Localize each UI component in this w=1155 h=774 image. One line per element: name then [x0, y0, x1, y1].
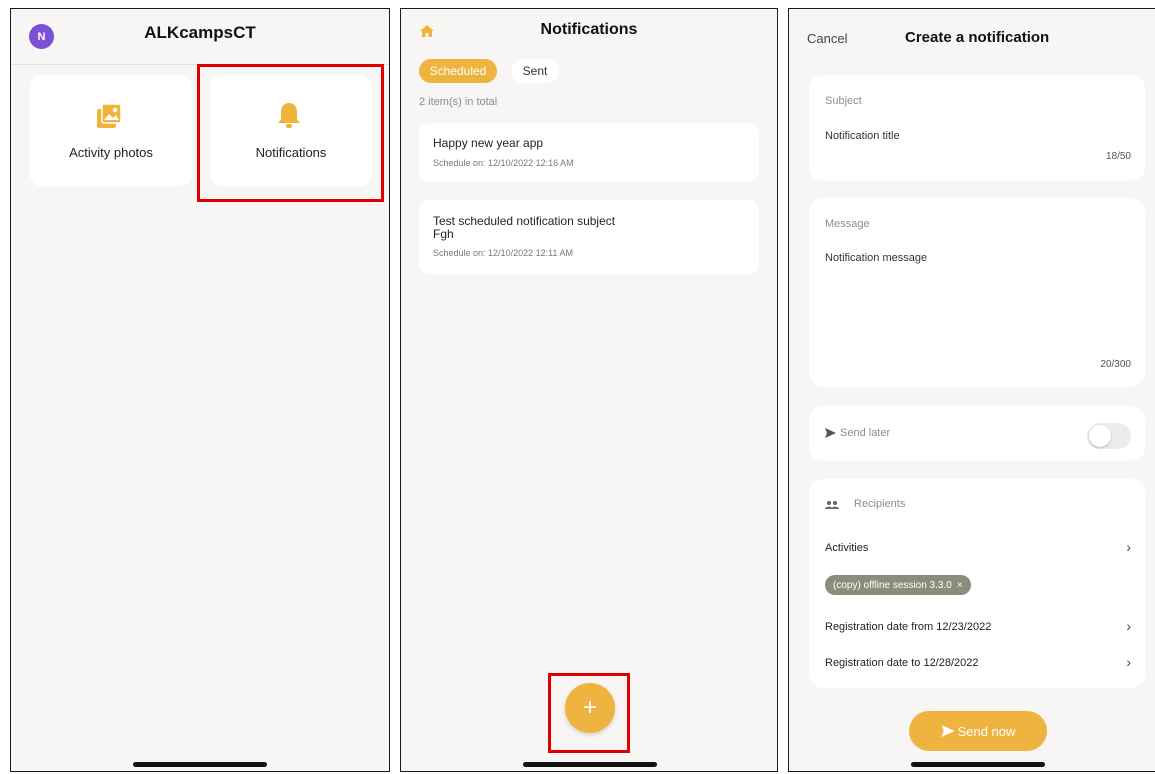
toggle-knob [1089, 425, 1111, 447]
message-field[interactable]: Message Notification message 20/300 [809, 198, 1145, 387]
subject-field[interactable]: Subject Notification title 18/50 [809, 75, 1145, 181]
notification-item[interactable]: Happy new year app Schedule on: 12/10/20… [419, 123, 759, 182]
home-indicator [911, 762, 1045, 767]
activities-label: Activities [825, 542, 869, 554]
close-icon[interactable]: × [957, 580, 963, 591]
send-now-label: Send now [957, 723, 1016, 739]
cancel-button[interactable]: Cancel [807, 31, 847, 46]
send-later-label: Send later [840, 427, 891, 439]
chevron-right-icon: › [1126, 539, 1131, 555]
send-icon [940, 725, 955, 737]
page-title: Create a notification [905, 29, 1050, 46]
send-now-button[interactable]: Send now [909, 711, 1047, 751]
home-screen: N ALKcampsCT Activity photos Notificatio… [10, 8, 390, 772]
highlight-box [197, 64, 384, 202]
total-count: 2 item(s) in total [419, 96, 498, 108]
message-input[interactable]: Notification message [825, 252, 927, 264]
send-later-row[interactable]: Send later [809, 406, 1145, 461]
recipients-section: Recipients Activities › (copy) offline s… [809, 479, 1145, 688]
tab-scheduled[interactable]: Scheduled [419, 59, 497, 83]
tab-sent[interactable]: Sent [511, 59, 559, 83]
create-notification-screen: Cancel Create a notification Subject Not… [788, 8, 1155, 772]
message-label: Message [825, 218, 870, 230]
subject-input[interactable]: Notification title [825, 130, 900, 142]
home-indicator [133, 762, 267, 767]
message-counter: 20/300 [1100, 359, 1131, 370]
photo-gallery-icon [97, 103, 122, 128]
send-later-toggle[interactable] [1087, 423, 1131, 449]
activity-photos-label: Activity photos [69, 145, 153, 160]
send-icon [825, 428, 836, 438]
notification-schedule: Schedule on: 12/10/2022 12:16 AM [433, 158, 574, 168]
notification-item[interactable]: Test scheduled notification subject Fgh … [419, 200, 759, 274]
notifications-screen: Notifications Scheduled Sent 2 item(s) i… [400, 8, 778, 772]
registration-from-label: Registration date from 12/23/2022 [825, 621, 992, 633]
subject-label: Subject [825, 95, 862, 107]
activity-photos-tile[interactable]: Activity photos [30, 75, 192, 186]
notification-title: Test scheduled notification subject [433, 214, 616, 228]
chevron-right-icon: › [1126, 654, 1131, 670]
home-indicator [523, 762, 657, 767]
registration-to-label: Registration date to 12/28/2022 [825, 657, 979, 669]
notification-title: Happy new year app [433, 136, 544, 150]
activity-chip[interactable]: (copy) offline session 3.3.0 × [825, 575, 971, 595]
notification-schedule: Schedule on: 12/10/2022 12:11 AM [433, 248, 573, 258]
page-title: Notifications [540, 21, 638, 38]
highlight-box [548, 673, 630, 753]
chip-label: (copy) offline session 3.3.0 [833, 579, 952, 591]
notification-title-line2: Fgh [433, 227, 454, 241]
people-icon [825, 501, 839, 509]
recipients-label: Recipients [854, 498, 906, 510]
app-title: ALKcampsCT [144, 23, 256, 42]
subject-counter: 18/50 [1105, 151, 1131, 162]
chevron-right-icon: › [1126, 618, 1131, 634]
